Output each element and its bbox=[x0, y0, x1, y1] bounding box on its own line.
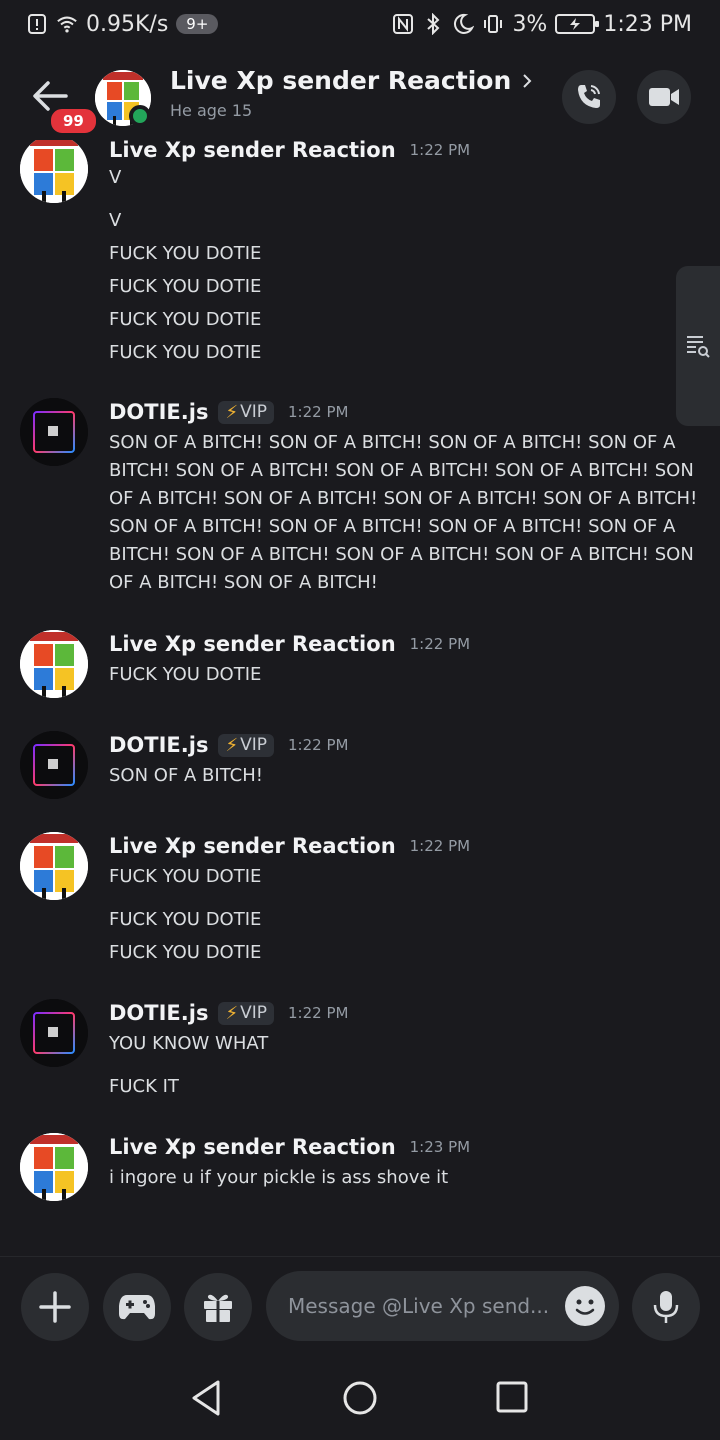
clock: 1:23 PM bbox=[603, 11, 692, 37]
gift-button[interactable] bbox=[184, 1273, 252, 1341]
search-messages-handle[interactable] bbox=[676, 266, 720, 426]
message-text: FUCK YOU DOTIE bbox=[109, 866, 262, 887]
voice-call-button[interactable] bbox=[562, 70, 616, 124]
system-nav-bar bbox=[0, 1356, 720, 1440]
smiley-icon bbox=[575, 1299, 595, 1315]
message-author[interactable]: Live Xp sender Reaction bbox=[109, 834, 396, 858]
microphone-icon bbox=[653, 1291, 679, 1323]
battery-percent: 3% bbox=[512, 11, 548, 37]
message-author[interactable]: DOTIE.js bbox=[109, 733, 208, 757]
video-call-button[interactable] bbox=[637, 70, 691, 124]
message-timestamp: 1:22 PM bbox=[409, 837, 471, 855]
vip-label: VIP bbox=[240, 735, 267, 755]
message-timestamp: 1:22 PM bbox=[409, 635, 471, 653]
nfc-icon bbox=[393, 14, 414, 34]
vibrate-icon bbox=[484, 15, 503, 33]
message-timestamp: 1:23 PM bbox=[409, 1138, 471, 1156]
vip-label: VIP bbox=[240, 1003, 267, 1023]
activities-button[interactable] bbox=[103, 1273, 171, 1341]
nav-home-icon[interactable] bbox=[342, 1380, 378, 1416]
gamepad-icon bbox=[119, 1295, 155, 1320]
vip-badge: ⚡ VIP bbox=[218, 400, 274, 424]
chevron-right-icon bbox=[523, 73, 532, 88]
phone-icon bbox=[578, 85, 600, 108]
message-text: FUCK YOU DOTIE bbox=[109, 276, 262, 297]
message-author[interactable]: DOTIE.js bbox=[109, 400, 208, 424]
add-attachment-button[interactable] bbox=[21, 1273, 89, 1341]
avatar[interactable] bbox=[20, 999, 88, 1067]
lightning-icon: ⚡ bbox=[225, 401, 239, 423]
message-timestamp: 1:22 PM bbox=[409, 141, 471, 159]
chat-header: 99 Live Xp sender Reaction He age 15 bbox=[0, 48, 720, 140]
message-timestamp: 1:22 PM bbox=[288, 1004, 349, 1022]
avatar[interactable] bbox=[20, 140, 88, 203]
emoji-button[interactable] bbox=[565, 1286, 605, 1326]
avatar[interactable] bbox=[20, 630, 88, 698]
notification-count: 9+ bbox=[176, 14, 219, 34]
lightning-icon: ⚡ bbox=[225, 1002, 239, 1024]
status-bar: 0.95K/s 9+ 3% 1:23 PM bbox=[0, 0, 720, 48]
message-text: FUCK YOU DOTIE bbox=[109, 664, 262, 685]
message-text: FUCK YOU DOTIE bbox=[109, 942, 262, 963]
message-text: i ingore u if your pickle is ass shove i… bbox=[109, 1167, 449, 1188]
chat-subtitle: He age 15 bbox=[170, 101, 253, 120]
nav-recents-icon[interactable] bbox=[496, 1381, 528, 1413]
message-timestamp: 1:22 PM bbox=[288, 736, 349, 754]
battery-icon bbox=[555, 14, 600, 34]
message-author[interactable]: DOTIE.js bbox=[109, 1001, 208, 1025]
message-text: FUCK YOU DOTIE bbox=[109, 309, 262, 330]
message-input-wrapper[interactable] bbox=[266, 1271, 619, 1341]
vip-badge: ⚡ VIP bbox=[218, 1001, 274, 1025]
moon-icon bbox=[454, 13, 475, 34]
message-text: FUCK YOU DOTIE bbox=[109, 909, 262, 930]
alert-icon bbox=[28, 14, 46, 34]
message-author[interactable]: Live Xp sender Reaction bbox=[109, 632, 396, 656]
net-speed: 0.95K/s bbox=[86, 11, 169, 37]
message-text: SON OF A BITCH! SON OF A BITCH! SON OF A… bbox=[109, 432, 698, 593]
chat-title-text: Live Xp sender Reaction bbox=[170, 66, 512, 95]
message-text: V bbox=[109, 210, 122, 231]
vip-label: VIP bbox=[240, 402, 267, 422]
bluetooth-icon bbox=[427, 13, 440, 35]
chat-title[interactable]: Live Xp sender Reaction bbox=[170, 66, 533, 95]
plus-icon bbox=[39, 1291, 71, 1323]
avatar[interactable] bbox=[20, 1133, 88, 1201]
search-list-icon bbox=[687, 336, 710, 358]
message-text: SON OF A BITCH! bbox=[109, 765, 263, 786]
message-list[interactable]: Live Xp sender Reaction 1:22 PM V V FUCK… bbox=[0, 140, 720, 1250]
message-text: FUCK YOU DOTIE bbox=[109, 243, 262, 264]
wifi-icon bbox=[57, 16, 77, 33]
lightning-icon: ⚡ bbox=[225, 734, 239, 756]
message-text: FUCK YOU DOTIE bbox=[109, 342, 262, 363]
message-author[interactable]: Live Xp sender Reaction bbox=[109, 140, 396, 162]
message-composer bbox=[0, 1256, 720, 1356]
unread-badge: 99 bbox=[48, 106, 99, 136]
message-text: FUCK IT bbox=[109, 1076, 179, 1097]
video-camera-icon bbox=[649, 88, 679, 106]
message-author[interactable]: Live Xp sender Reaction bbox=[109, 1135, 396, 1159]
avatar[interactable] bbox=[20, 731, 88, 799]
message-text: V bbox=[109, 167, 122, 188]
nav-back-icon[interactable] bbox=[188, 1378, 224, 1418]
message-text: YOU KNOW WHAT bbox=[109, 1033, 269, 1054]
avatar[interactable] bbox=[20, 832, 88, 900]
online-status-dot bbox=[129, 105, 151, 127]
gift-icon bbox=[204, 1294, 232, 1322]
vip-badge: ⚡ VIP bbox=[218, 733, 274, 757]
message-input[interactable] bbox=[288, 1294, 548, 1318]
avatar[interactable] bbox=[20, 398, 88, 466]
message-timestamp: 1:22 PM bbox=[288, 403, 349, 421]
voice-message-button[interactable] bbox=[632, 1273, 700, 1341]
